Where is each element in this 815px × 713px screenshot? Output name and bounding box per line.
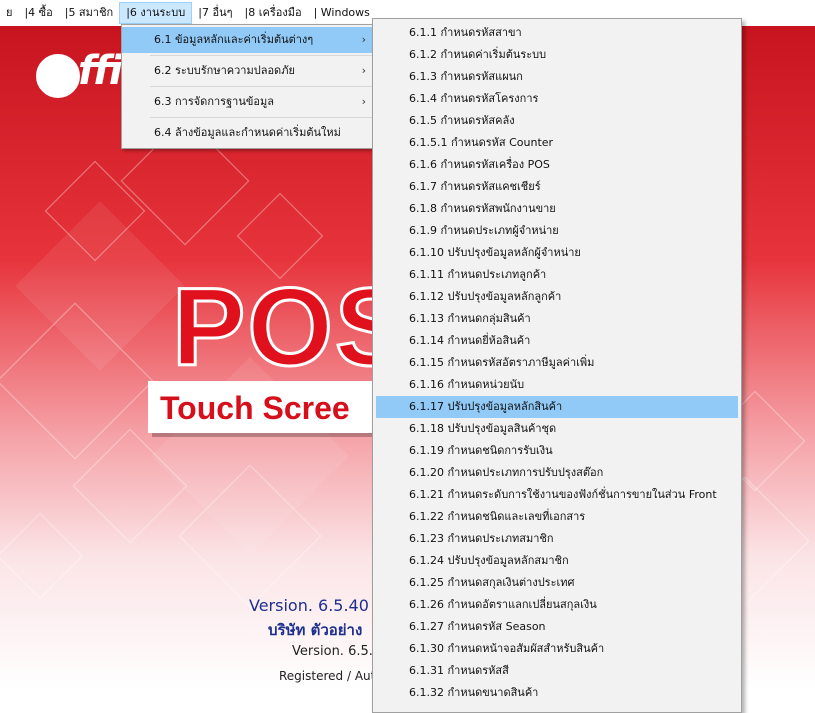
submenu-item[interactable]: 6.1.14 กำหนดยี่ห้อสินค้า: [376, 330, 738, 352]
version-main: Version. 6.5.40: [249, 596, 369, 615]
logo-circle: [36, 54, 80, 98]
menu-item-windows[interactable]: | Windows: [308, 2, 376, 24]
submenu-item[interactable]: 6.1.31 กำหนดรหัสสี: [376, 660, 738, 682]
submenu-item[interactable]: 6.1.27 กำหนดรหัส Season: [376, 616, 738, 638]
menu-item-master-data[interactable]: 6.1 ข้อมูลหลักและค่าเริ่มต้นต่างๆ ›: [122, 27, 374, 53]
submenu-item[interactable]: 6.1.21 กำหนดระดับการใช้งานของฟังก์ชั่นกา…: [376, 484, 738, 506]
submenu-item[interactable]: 6.1.12 ปรับปรุงข้อมูลหลักลูกค้า: [376, 286, 738, 308]
submenu-item[interactable]: 6.1.19 กำหนดชนิดการรับเงิน: [376, 440, 738, 462]
menu-separator: [150, 117, 372, 118]
submenu-item[interactable]: 6.1.8 กำหนดรหัสพนักงานขาย: [376, 198, 738, 220]
chevron-right-icon: ›: [361, 64, 366, 77]
menu-item-label: 6.4 ล้างข้อมูลและกำหนดค่าเริ่มต้นใหม่: [154, 126, 341, 139]
submenu-item[interactable]: 6.1.13 กำหนดกลุ่มสินค้า: [376, 308, 738, 330]
menu-item-tools[interactable]: |8 เครื่องมือ: [239, 2, 308, 24]
menu-item-member[interactable]: |5 สมาชิก: [59, 2, 119, 24]
menu-separator: [150, 86, 372, 87]
submenu-item[interactable]: 6.1.30 กำหนดหน้าจอสัมผัสสำหรับสินค้า: [376, 638, 738, 660]
chevron-right-icon: ›: [361, 33, 366, 46]
menu-item-other[interactable]: |7 อื่นๆ: [192, 2, 238, 24]
menu-item-security[interactable]: 6.2 ระบบรักษาความปลอดภัย ›: [122, 58, 374, 84]
submenu-item[interactable]: 6.1.17 ปรับปรุงข้อมูลหลักสินค้า: [376, 396, 738, 418]
submenu-item[interactable]: 6.1.1 กำหนดรหัสสาขา: [376, 22, 738, 44]
submenu-item[interactable]: 6.1.5 กำหนดรหัสคลัง: [376, 110, 738, 132]
submenu-item[interactable]: 6.1.20 กำหนดประเภทการปรับปรุงสต๊อก: [376, 462, 738, 484]
submenu-item[interactable]: 6.1.10 ปรับปรุงข้อมูลหลักผู้จำหน่าย: [376, 242, 738, 264]
submenu-item[interactable]: 6.1.6 กำหนดรหัสเครื่อง POS: [376, 154, 738, 176]
menu-item-truncated[interactable]: ย: [0, 2, 18, 24]
submenu-item[interactable]: 6.1.9 กำหนดประเภทผู้จำหน่าย: [376, 220, 738, 242]
registered-text: Registered / Aut: [279, 669, 376, 683]
company-name: บริษัท ตัวอย่าง: [268, 621, 363, 639]
submenu-item[interactable]: 6.1.5.1 กำหนดรหัส Counter: [376, 132, 738, 154]
submenu-item[interactable]: 6.1.7 กำหนดรหัสแคชเชียร์: [376, 176, 738, 198]
menu-item-database[interactable]: 6.3 การจัดการฐานข้อมูล ›: [122, 89, 374, 115]
submenu-item[interactable]: 6.1.32 กำหนดขนาดสินค้า: [376, 682, 738, 704]
submenu-item[interactable]: 6.1.2 กำหนดค่าเริ่มต้นระบบ: [376, 44, 738, 66]
submenu-item[interactable]: 6.1.3 กำหนดรหัสแผนก: [376, 66, 738, 88]
menu-item-label: 6.2 ระบบรักษาความปลอดภัย: [154, 64, 295, 77]
touch-title: Touch Scree: [160, 390, 350, 426]
chevron-right-icon: ›: [361, 95, 366, 108]
menu-item-label: 6.3 การจัดการฐานข้อมูล: [154, 95, 274, 108]
submenu-item[interactable]: 6.1.23 กำหนดประเภทสมาชิก: [376, 528, 738, 550]
menu-item-purchase[interactable]: |4 ซื้อ: [18, 2, 58, 24]
submenu-item[interactable]: 6.1.18 ปรับปรุงข้อมูลสินค้าชุด: [376, 418, 738, 440]
submenu-item[interactable]: 6.1.22 กำหนดชนิดและเลขที่เอกสาร: [376, 506, 738, 528]
submenu-item[interactable]: 6.1.26 กำหนดอัตราแลกเปลี่ยนสกุลเงิน: [376, 594, 738, 616]
logo-text: ffi: [78, 48, 124, 94]
submenu-item[interactable]: 6.1.16 กำหนดหน่วยนับ: [376, 374, 738, 396]
master-data-submenu: 6.1.1 กำหนดรหัสสาขา 6.1.2 กำหนดค่าเริ่มต้…: [372, 18, 742, 713]
version-sub: Version. 6.5.: [292, 644, 373, 659]
submenu-item[interactable]: 6.1.11 กำหนดประเภทลูกค้า: [376, 264, 738, 286]
menu-item-label: 6.1 ข้อมูลหลักและค่าเริ่มต้นต่างๆ: [154, 33, 314, 46]
submenu-item[interactable]: 6.1.4 กำหนดรหัสโครงการ: [376, 88, 738, 110]
submenu-item[interactable]: 6.1.24 ปรับปรุงข้อมูลหลักสมาชิก: [376, 550, 738, 572]
system-dropdown-menu: 6.1 ข้อมูลหลักและค่าเริ่มต้นต่างๆ › 6.2 …: [121, 24, 375, 149]
menu-item-reset-data[interactable]: 6.4 ล้างข้อมูลและกำหนดค่าเริ่มต้นใหม่: [122, 120, 374, 146]
menu-item-system[interactable]: |6 งานระบบ: [119, 2, 193, 24]
menu-separator: [150, 55, 372, 56]
submenu-item[interactable]: 6.1.15 กำหนดรหัสอัตราภาษีมูลค่าเพิ่ม: [376, 352, 738, 374]
submenu-item[interactable]: 6.1.25 กำหนดสกุลเงินต่างประเทศ: [376, 572, 738, 594]
